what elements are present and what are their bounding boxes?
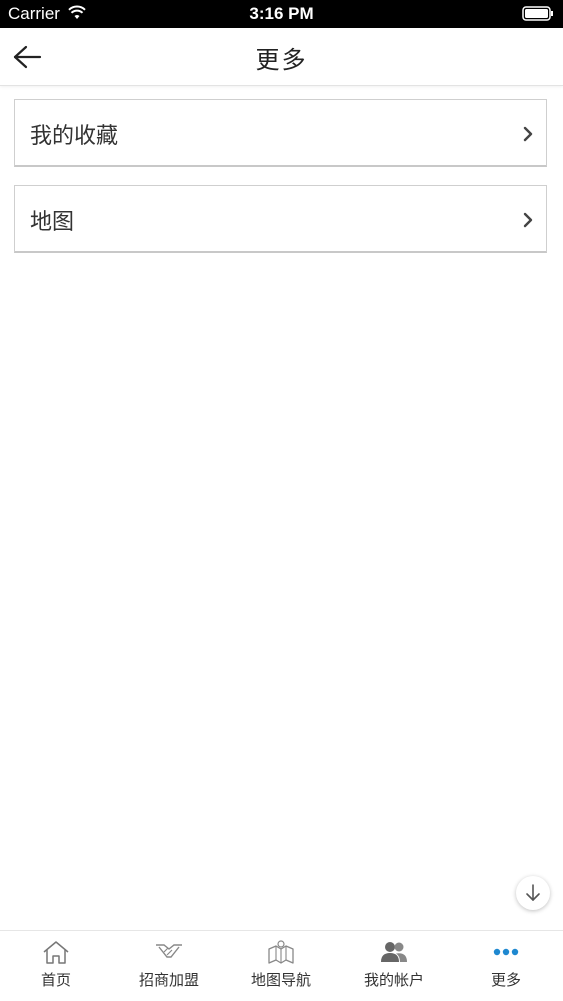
- tab-more[interactable]: 更多: [450, 931, 562, 1001]
- tab-franchise[interactable]: 招商加盟: [113, 931, 225, 1001]
- battery-icon: [522, 6, 553, 21]
- users-icon: [381, 942, 407, 962]
- chevron-right-icon: [523, 126, 533, 142]
- list-item-map[interactable]: 地图: [14, 185, 547, 253]
- tab-label: 招商加盟: [138, 971, 199, 989]
- chevron-right-icon: [523, 212, 533, 228]
- tab-label: 更多: [490, 971, 521, 989]
- list-item-label: 我的收藏: [30, 124, 119, 149]
- status-bar: Carrier 3:16 PM: [0, 0, 563, 28]
- list-item-label: 地图: [30, 210, 75, 235]
- bottom-tab-bar: 首页 招商加盟 地图导航 我的帐户 更多: [0, 930, 563, 1001]
- tab-map-navigation[interactable]: 地图导航: [225, 931, 337, 1001]
- nav-header: 更多: [0, 28, 563, 86]
- page-title: 更多: [255, 46, 308, 74]
- list-item-favorites[interactable]: 我的收藏: [14, 99, 547, 167]
- home-icon: [43, 941, 69, 964]
- scroll-down-button[interactable]: [516, 876, 550, 910]
- tab-label: 首页: [40, 971, 71, 989]
- tab-home[interactable]: 首页: [0, 931, 112, 1001]
- handshake-icon: [156, 944, 182, 958]
- map-icon: [268, 940, 294, 964]
- tab-my-account[interactable]: 我的帐户: [338, 931, 450, 1001]
- more-dots-icon: [493, 948, 519, 956]
- arrow-down-icon: [526, 884, 540, 901]
- status-time: 3:16 PM: [249, 4, 314, 23]
- tab-label: 地图导航: [250, 971, 311, 989]
- tab-label: 我的帐户: [363, 971, 424, 989]
